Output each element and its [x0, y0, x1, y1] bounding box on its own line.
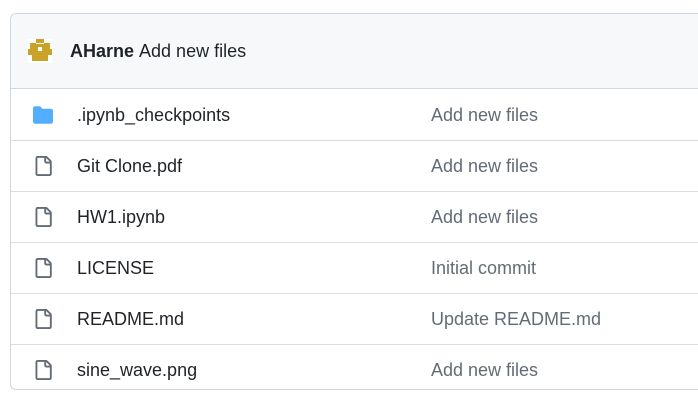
- file-name-link[interactable]: Git Clone.pdf: [77, 154, 182, 178]
- file-icon: [33, 360, 53, 380]
- latest-commit-header: AHarne Add new files: [11, 14, 698, 89]
- commit-message[interactable]: Add new files: [139, 41, 246, 61]
- avatar-icon: [28, 39, 52, 63]
- file-name-link[interactable]: HW1.ipynb: [77, 205, 165, 229]
- commit-author[interactable]: AHarne: [70, 41, 134, 61]
- file-row[interactable]: LICENSE Initial commit: [11, 242, 698, 293]
- file-row[interactable]: HW1.ipynb Add new files: [11, 191, 698, 242]
- file-row[interactable]: sine_wave.png Add new files: [11, 344, 698, 389]
- file-browser: AHarne Add new files .ipynb_checkpoints Ad…: [10, 13, 698, 390]
- commit-summary: AHarne Add new files: [70, 39, 246, 63]
- folder-icon: [33, 105, 53, 125]
- commit-message-link[interactable]: Add new files: [431, 154, 538, 178]
- commit-message-link[interactable]: Initial commit: [431, 256, 536, 280]
- commit-message-link[interactable]: Update README.md: [431, 307, 601, 331]
- file-icon: [33, 309, 53, 329]
- file-row[interactable]: .ipynb_checkpoints Add new files: [11, 89, 698, 140]
- file-name-link[interactable]: README.md: [77, 307, 184, 331]
- avatar[interactable]: [28, 39, 52, 63]
- commit-message-link[interactable]: Add new files: [431, 358, 538, 382]
- file-icon: [33, 207, 53, 227]
- file-icon: [33, 156, 53, 176]
- file-name-link[interactable]: sine_wave.png: [77, 358, 197, 382]
- file-row[interactable]: README.md Update README.md: [11, 293, 698, 344]
- commit-message-link[interactable]: Add new files: [431, 205, 538, 229]
- file-list: .ipynb_checkpoints Add new files Git Clone…: [11, 89, 698, 389]
- file-row[interactable]: Git Clone.pdf Add new files: [11, 140, 698, 191]
- commit-message-link[interactable]: Add new files: [431, 103, 538, 127]
- file-name-link[interactable]: .ipynb_checkpoints: [77, 103, 230, 127]
- file-icon: [33, 258, 53, 278]
- file-name-link[interactable]: LICENSE: [77, 256, 154, 280]
